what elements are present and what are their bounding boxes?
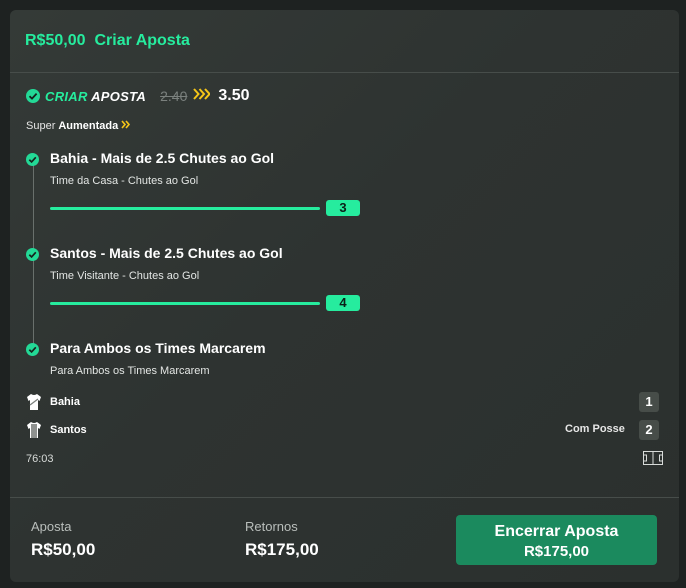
check-circle-icon [26, 89, 40, 103]
super-boost-prefix: Super [26, 120, 56, 132]
cash-out-button[interactable]: Encerrar Aposta R$175,00 [456, 515, 657, 565]
home-team-name: Bahia [50, 396, 80, 408]
possession-status: Com Posse [565, 423, 625, 435]
bet-header[interactable]: R$50,00 Criar Aposta [10, 10, 679, 73]
header-bet-type: Criar Aposta [94, 32, 190, 49]
header-title: R$50,00 Criar Aposta [25, 32, 190, 50]
selection-market: Time Visitante - Chutes ao Gol [50, 270, 200, 282]
bet-builder-label-white: APOSTA [91, 88, 147, 104]
selection-market: Para Ambos os Times Marcarem [50, 365, 210, 377]
slider-thumb[interactable]: 3 [326, 200, 360, 216]
selection-market: Time da Casa - Chutes ao Gol [50, 175, 199, 187]
check-circle-icon [26, 343, 39, 356]
selection-title: Santos - Mais de 2.5 Chutes ao Gol [50, 245, 283, 261]
slider-thumb[interactable]: 4 [326, 295, 360, 311]
shots-slider[interactable]: 3 [50, 200, 360, 216]
slider-track[interactable] [50, 302, 320, 305]
boost-chevrons-icon [193, 87, 212, 105]
bet-card: R$50,00 Criar Aposta CRIAR APOSTA 2.40 3.… [10, 10, 679, 582]
boosted-odds: 3.50 [218, 87, 250, 104]
check-circle-icon [26, 248, 39, 261]
super-boost-text: Aumentada [58, 120, 119, 132]
header-amount: R$50,00 [25, 32, 86, 49]
pitch-icon[interactable] [643, 451, 663, 470]
home-score: 1 [639, 392, 659, 412]
jersey-icon [26, 421, 42, 439]
selection-title: Para Ambos os Times Marcarem [50, 340, 266, 356]
bet-builder-label-green: CRIAR [45, 88, 88, 104]
returns-label: Retornos [245, 519, 298, 534]
returns-value: R$175,00 [245, 540, 319, 559]
stake-label: Aposta [31, 519, 72, 534]
slider-track[interactable] [50, 207, 320, 210]
match-clock: 76:03 [26, 453, 54, 465]
jersey-icon [26, 393, 42, 411]
super-boost-label: Super Aumentada [26, 120, 133, 132]
cash-out-label: Encerrar Aposta [494, 523, 619, 540]
home-team: Bahia [26, 393, 80, 411]
stake-value: R$50,00 [31, 540, 96, 559]
selection-title: Bahia - Mais de 2.5 Chutes ao Gol [50, 150, 275, 166]
shots-slider[interactable]: 4 [50, 295, 360, 311]
away-team: Santos [26, 421, 87, 439]
check-circle-icon [26, 153, 39, 166]
footer-divider [10, 497, 679, 498]
cash-out-value: R$175,00 [523, 543, 590, 560]
old-odds: 2.40 [160, 88, 188, 104]
boost-chevrons-icon [121, 120, 133, 132]
bet-builder-row: CRIAR APOSTA 2.40 3.50 [26, 86, 250, 106]
bet-builder-label: CRIAR APOSTA [45, 89, 146, 104]
away-score: 2 [639, 420, 659, 440]
away-team-name: Santos [50, 424, 87, 436]
